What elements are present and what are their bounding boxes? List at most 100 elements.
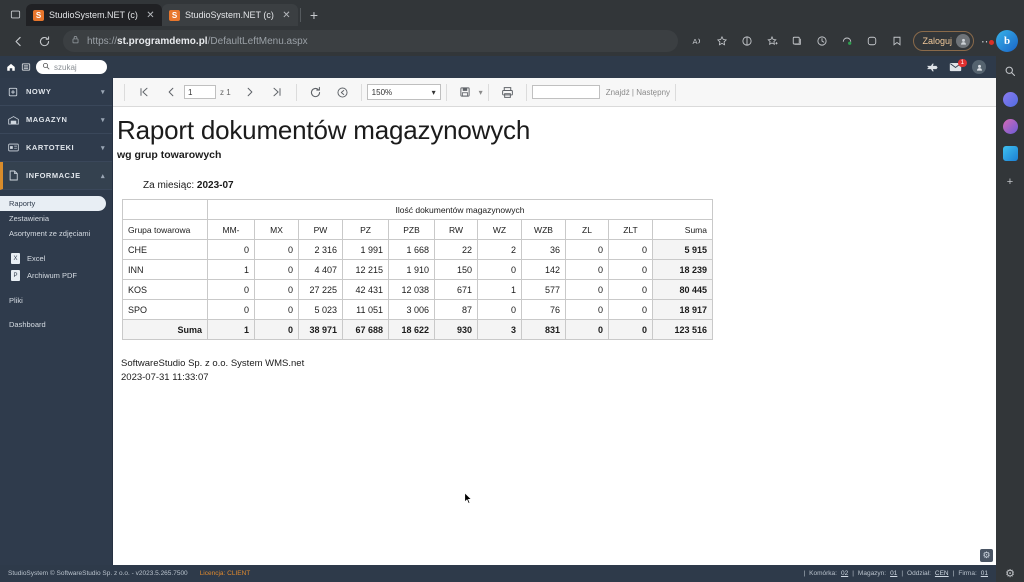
sidebar-settings-icon[interactable]: ⚙ [1001, 564, 1019, 582]
favorites-bar-icon[interactable] [885, 29, 909, 53]
export-button[interactable] [452, 80, 479, 104]
read-aloud-icon[interactable]: A [685, 29, 709, 53]
tab-divider [300, 8, 301, 22]
table-cell: 4 407 [298, 259, 343, 281]
license-text[interactable]: Licencja: CLIENT [200, 570, 251, 577]
status-bar-left: StudioSystem © SoftwareStudio Sp. z o.o.… [8, 570, 250, 577]
search-input[interactable]: szukaj [36, 60, 107, 74]
browser-tab-1[interactable]: S StudioSystem.NET (c) SoftwareS ✕ [26, 4, 162, 26]
copilot-icon[interactable]: b [996, 30, 1018, 52]
search-placeholder: szukaj [54, 62, 77, 72]
warehouse-value[interactable]: 01 [890, 570, 897, 577]
copilot-icon[interactable] [1002, 92, 1018, 107]
send-plane-icon[interactable] [926, 62, 939, 73]
messages-icon[interactable]: 1 [949, 59, 967, 72]
browser-tab-2[interactable]: S StudioSystem.NET (c) SoftwareS ✕ [162, 4, 298, 26]
chevron-up-icon: ▴ [100, 172, 105, 180]
page-number-input[interactable]: 1 [184, 85, 216, 99]
export-chevron-icon[interactable]: ▾ [479, 88, 483, 97]
sidebar-group-nowy[interactable]: NOWY ▾ [0, 78, 112, 106]
print-button[interactable] [494, 80, 521, 104]
history-icon[interactable] [810, 29, 834, 53]
shopping-icon[interactable] [1002, 119, 1018, 134]
settings-gear-icon[interactable]: ⚙ [980, 549, 993, 562]
new-tab-button[interactable]: + [303, 4, 325, 26]
extensions-icon[interactable] [860, 29, 884, 53]
lock-icon [71, 35, 80, 47]
table-cell: 0 [207, 239, 255, 261]
signin-button[interactable]: Zaloguj [913, 31, 974, 51]
zoom-select[interactable]: 150% ▾ [366, 84, 441, 100]
sidebar-item-excel[interactable]: X Excel [0, 250, 112, 267]
refresh-report-button[interactable] [302, 80, 329, 104]
back-arrow-icon[interactable] [6, 29, 30, 53]
table-column-header: PZB [388, 219, 435, 241]
browser-essentials-icon[interactable] [835, 29, 859, 53]
sidebar-submenu: Raporty Zestawienia Asortyment ze zdjęci… [0, 190, 112, 332]
sidebar-item-dashboard[interactable]: Dashboard [0, 317, 112, 332]
sidebar-group-kartoteki[interactable]: KARTOTEKI ▾ [0, 134, 112, 162]
refresh-icon[interactable] [32, 29, 56, 53]
status-separator: | [901, 570, 904, 577]
sidebar-item-zestawienia[interactable]: Zestawienia [0, 211, 112, 226]
sidebar-item-archiwum-pdf[interactable]: P Archiwum PDF [0, 267, 112, 284]
table-grand-total: 123 516 [652, 319, 713, 341]
table-cell-sum: 5 915 [652, 239, 713, 261]
table-cell: 27 225 [298, 279, 343, 301]
table-total-cell: 930 [434, 319, 478, 341]
company-value[interactable]: 01 [981, 570, 988, 577]
sidebar-item-label: Archiwum PDF [27, 271, 78, 280]
report-period-label: Za miesiąc: [143, 180, 195, 192]
find-input[interactable] [531, 85, 600, 99]
split-screen-icon[interactable] [735, 29, 759, 53]
sidebar: NOWY ▾ MAGAZYN ▾ KARTOTEKI ▾ INFORMACJE … [0, 78, 113, 565]
close-icon[interactable]: ✕ [281, 10, 292, 21]
next-page-button[interactable] [237, 80, 264, 104]
sidebar-group-magazyn[interactable]: MAGAZYN ▾ [0, 106, 112, 134]
first-page-button[interactable] [130, 80, 157, 104]
report-content: 1 z 1 150% ▾ ▾ Znajdź | Następny Raport … [113, 78, 996, 565]
close-icon[interactable]: ✕ [145, 10, 156, 21]
last-page-button[interactable] [264, 80, 291, 104]
previous-page-button[interactable] [157, 80, 184, 104]
table-total-cell: 1 [207, 319, 255, 341]
star-icon[interactable] [710, 29, 734, 53]
tab-title: StudioSystem.NET (c) SoftwareS [49, 10, 140, 20]
table-cell: 0 [477, 299, 522, 321]
office-icon[interactable] [1002, 146, 1018, 161]
more-options-icon[interactable]: ⋯ [978, 35, 995, 48]
browser-window: S StudioSystem.NET (c) SoftwareS ✕ S Stu… [0, 0, 1024, 582]
back-to-parent-report-button[interactable] [329, 80, 356, 104]
home-icon[interactable] [6, 62, 16, 72]
add-app-icon[interactable]: + [1001, 173, 1019, 191]
table-cell: 577 [521, 279, 566, 301]
favorites-icon[interactable] [760, 29, 784, 53]
address-bar[interactable]: https://st.programdemo.pl/DefaultLeftMen… [63, 30, 679, 52]
table-cell: 5 023 [298, 299, 343, 321]
app-status-bar: StudioSystem © SoftwareStudio Sp. z o.o.… [0, 565, 996, 582]
collections-icon[interactable] [785, 29, 809, 53]
toolbar-divider [525, 83, 527, 101]
sidebar-group-informacje[interactable]: INFORMACJE ▴ [0, 162, 112, 190]
sidebar-item-pliki[interactable]: Pliki [0, 293, 112, 308]
branch-value[interactable]: CEN [935, 570, 949, 577]
user-avatar[interactable] [972, 60, 986, 74]
report-period: Za miesiąc: 2023-07 [143, 180, 996, 191]
hamburger-menu-icon[interactable] [21, 62, 31, 72]
table-column-header: RW [434, 219, 478, 241]
search-icon[interactable] [1001, 62, 1019, 80]
table-cell: 11 051 [342, 299, 389, 321]
table-column-header: WZB [521, 219, 566, 241]
table-cell: 12 215 [342, 259, 389, 281]
cell-value[interactable]: 02 [841, 570, 848, 577]
find-next-link[interactable]: Znajdź | Następny [606, 88, 670, 97]
signin-label: Zaloguj [922, 36, 952, 46]
sidebar-item-asortyment-ze-zdjeciami[interactable]: Asortyment ze zdjęciami [0, 226, 112, 241]
toolbar-divider [445, 83, 447, 101]
sidebar-item-raporty[interactable]: Raporty [0, 196, 106, 211]
table-cell: 3 006 [388, 299, 435, 321]
tab-search-icon[interactable] [4, 2, 26, 26]
chevron-down-icon: ▾ [431, 87, 436, 97]
table-cell: 0 [565, 259, 609, 281]
